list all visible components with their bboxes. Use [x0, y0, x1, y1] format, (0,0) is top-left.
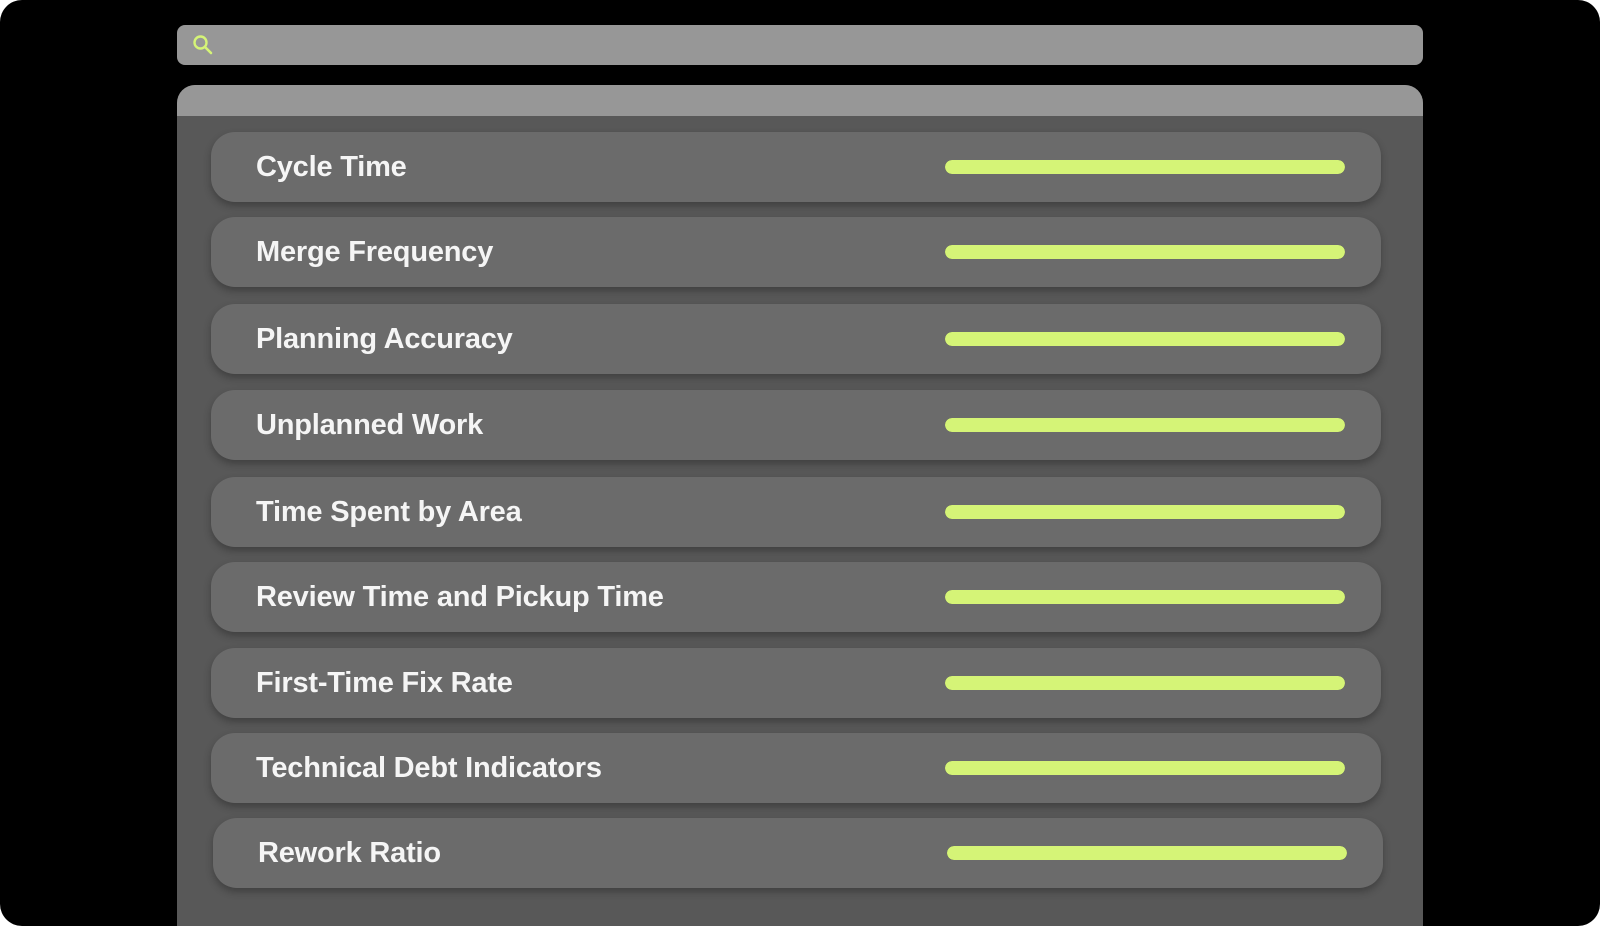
metric-label: Cycle Time — [256, 151, 407, 183]
metric-progress-bar — [945, 761, 1345, 775]
metric-progress-fill — [945, 418, 1345, 432]
metric-progress-bar — [945, 590, 1345, 604]
metric-row-time-spent-by-area[interactable]: Time Spent by Area — [211, 477, 1381, 547]
metric-progress-bar — [945, 418, 1345, 432]
metric-progress-fill — [945, 590, 1345, 604]
panel-header — [177, 85, 1423, 116]
metric-row-planning-accuracy[interactable]: Planning Accuracy — [211, 304, 1381, 374]
metric-row-technical-debt-indicators[interactable]: Technical Debt Indicators — [211, 733, 1381, 803]
metric-row-unplanned-work[interactable]: Unplanned Work — [211, 390, 1381, 460]
metric-label: Time Spent by Area — [256, 496, 522, 528]
metric-progress-fill — [945, 160, 1345, 174]
metric-row-cycle-time[interactable]: Cycle Time — [211, 132, 1381, 202]
metric-progress-fill — [945, 761, 1345, 775]
metric-row-merge-frequency[interactable]: Merge Frequency — [211, 217, 1381, 287]
metrics-panel: Cycle Time Merge Frequency Planning Accu… — [177, 85, 1423, 926]
metric-row-rework-ratio[interactable]: Rework Ratio — [213, 818, 1383, 888]
metric-progress-bar — [945, 245, 1345, 259]
app-frame: Cycle Time Merge Frequency Planning Accu… — [0, 0, 1600, 926]
metric-label: First-Time Fix Rate — [256, 667, 513, 699]
metric-label: Merge Frequency — [256, 236, 494, 268]
search-icon[interactable] — [191, 33, 215, 57]
metric-progress-fill — [947, 846, 1347, 860]
metric-label: Planning Accuracy — [256, 323, 513, 355]
metric-progress-bar — [945, 505, 1345, 519]
metric-progress-bar — [945, 160, 1345, 174]
metric-progress-fill — [945, 245, 1345, 259]
metric-progress-bar — [947, 846, 1347, 860]
search-bar[interactable] — [177, 25, 1423, 65]
metric-row-review-time-pickup-time[interactable]: Review Time and Pickup Time — [211, 562, 1381, 632]
metric-progress-fill — [945, 505, 1345, 519]
metric-progress-fill — [945, 332, 1345, 346]
metric-label: Technical Debt Indicators — [256, 752, 602, 784]
metric-label: Review Time and Pickup Time — [256, 581, 664, 613]
metric-label: Unplanned Work — [256, 409, 484, 441]
metric-row-first-time-fix-rate[interactable]: First-Time Fix Rate — [211, 648, 1381, 718]
metric-label: Rework Ratio — [258, 837, 441, 869]
metric-progress-bar — [945, 676, 1345, 690]
metric-progress-bar — [945, 332, 1345, 346]
metric-progress-fill — [945, 676, 1345, 690]
